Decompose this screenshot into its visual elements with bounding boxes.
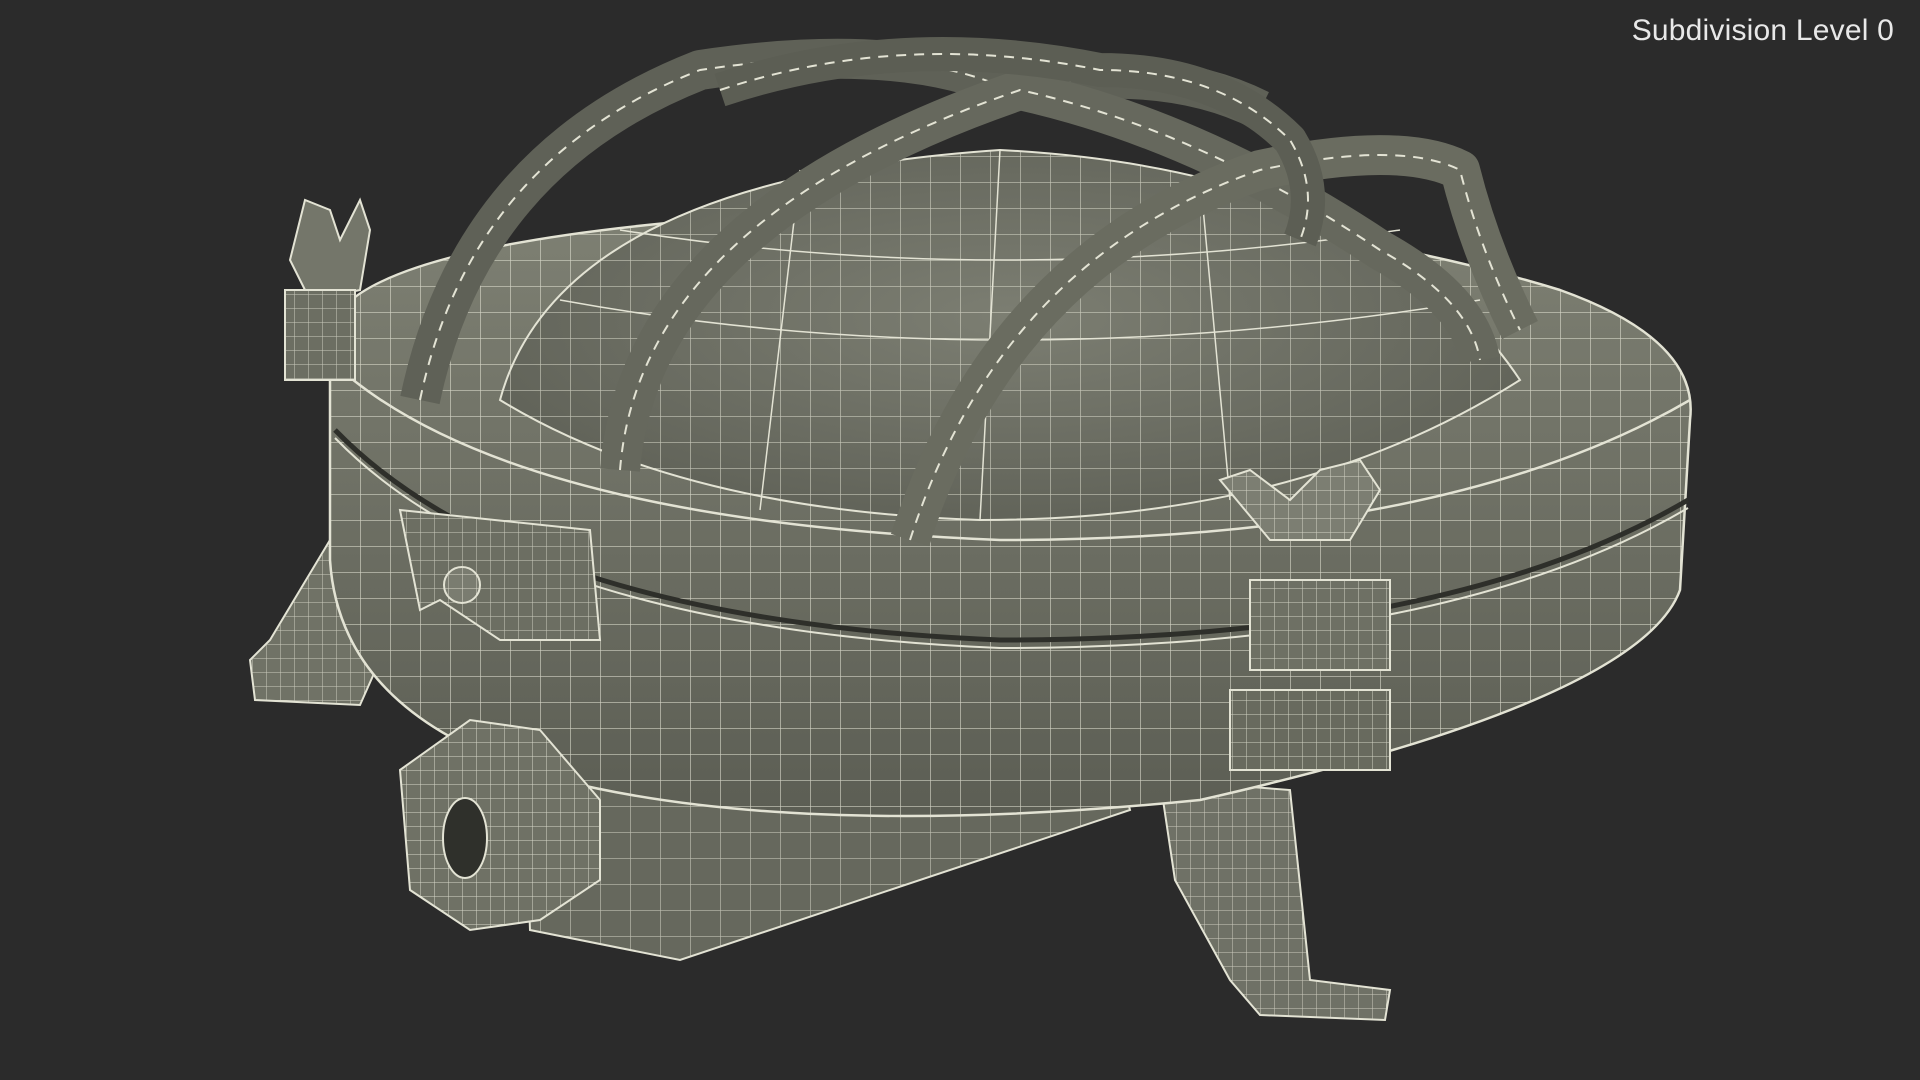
rear-mount-leg bbox=[1158, 778, 1392, 1022]
subdivision-level-label: Subdivision Level 0 bbox=[1631, 14, 1894, 47]
3d-viewport: Subdivision Level 0 bbox=[0, 0, 1920, 1080]
model-render bbox=[248, 37, 1692, 1022]
